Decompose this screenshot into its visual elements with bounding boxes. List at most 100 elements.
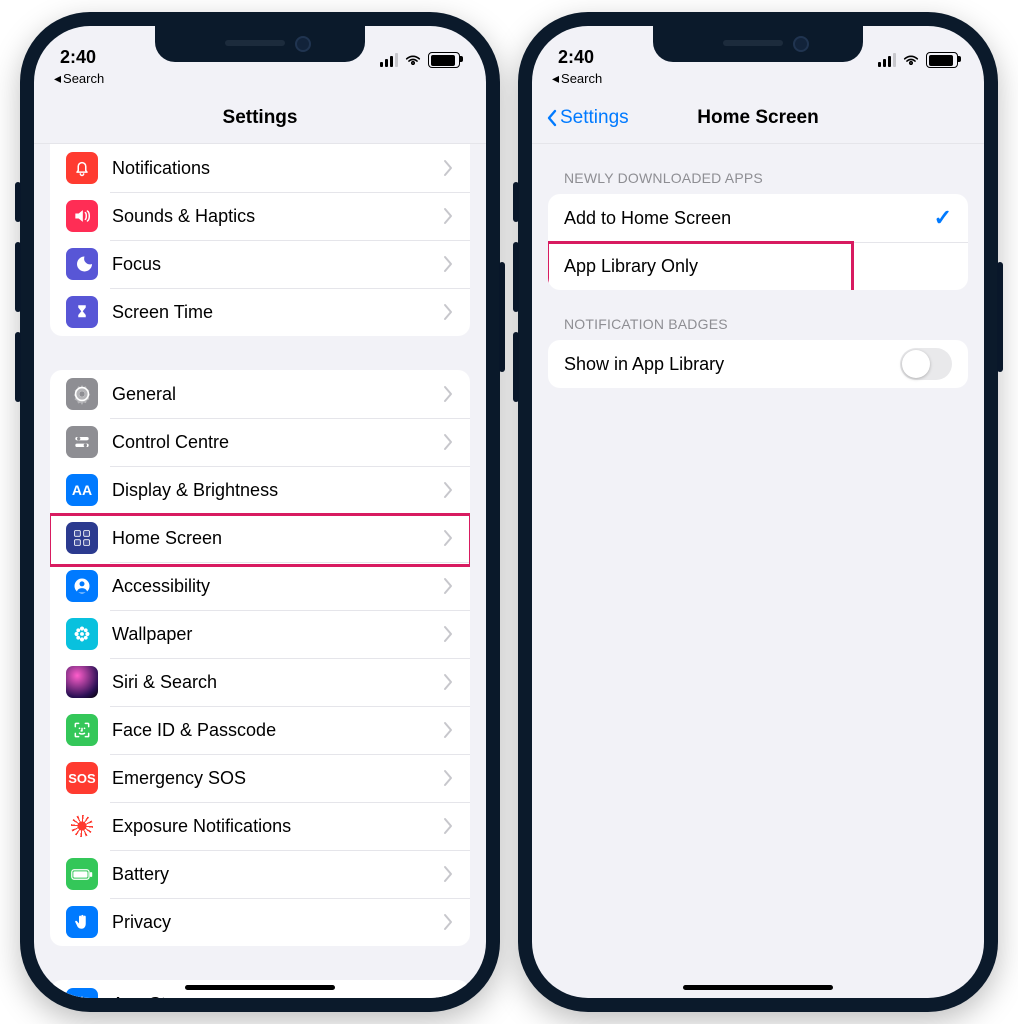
option-add-to-home-screen[interactable]: Add to Home Screen✓ <box>548 194 968 242</box>
focus-icon <box>66 248 98 280</box>
row-label: Notifications <box>112 158 442 179</box>
nav-bar: Settings Home Screen <box>532 93 984 144</box>
chevron-right-icon <box>442 385 454 403</box>
row-label: App Library Only <box>564 256 952 277</box>
chevron-right-icon <box>442 817 454 835</box>
back-button[interactable]: Settings <box>546 93 629 143</box>
chevron-right-icon <box>442 577 454 595</box>
clock: 2:40 <box>60 47 96 68</box>
exposure-icon <box>66 810 98 842</box>
power-button <box>997 262 1003 372</box>
chevron-right-icon <box>442 995 454 998</box>
row-label: Wallpaper <box>112 624 442 645</box>
notch <box>653 26 863 62</box>
notification-badges-group: Show in App Library <box>548 340 968 388</box>
wallpaper-icon <box>66 618 98 650</box>
row-label: Emergency SOS <box>112 768 442 789</box>
cellular-icon <box>380 53 398 67</box>
page-title: Settings <box>223 107 298 129</box>
chevron-right-icon <box>442 721 454 739</box>
settings-row-siri[interactable]: Siri & Search <box>50 658 470 706</box>
settings-row-display[interactable]: AA Display & Brightness <box>50 466 470 514</box>
settings-row-home[interactable]: Home Screen <box>50 514 470 562</box>
volume-up <box>513 242 519 312</box>
general-icon <box>66 378 98 410</box>
volume-up <box>15 242 21 312</box>
display-icon: AA <box>66 474 98 506</box>
row-label: Privacy <box>112 912 442 933</box>
chevron-left-icon: ◂ <box>552 70 559 87</box>
row-label: Sounds & Haptics <box>112 206 442 227</box>
row-label: Show in App Library <box>564 354 900 375</box>
settings-row-sounds[interactable]: Sounds & Haptics <box>50 192 470 240</box>
breadcrumb[interactable]: ◂ Search <box>34 70 486 93</box>
row-label: General <box>112 384 442 405</box>
row-label: Screen Time <box>112 302 442 323</box>
settings-group: General Control Centre AA Display & Brightn… <box>50 370 470 946</box>
sounds-icon <box>66 200 98 232</box>
settings-list[interactable]: Notifications Sounds & Haptics Focus Screen… <box>34 144 486 998</box>
home-icon <box>66 522 98 554</box>
back-label: Settings <box>560 107 629 129</box>
control-icon <box>66 426 98 458</box>
section-header-notification-badges: NOTIFICATION BADGES <box>532 290 984 340</box>
settings-row-notifications[interactable]: Notifications <box>50 144 470 192</box>
home-screen-settings[interactable]: NEWLY DOWNLOADED APPS Add to Home Screen… <box>532 144 984 998</box>
screentime-icon <box>66 296 98 328</box>
settings-row-privacy[interactable]: Privacy <box>50 898 470 946</box>
chevron-right-icon <box>442 625 454 643</box>
battery-icon <box>926 52 958 68</box>
settings-row-access[interactable]: Accessibility <box>50 562 470 610</box>
settings-row-battery[interactable]: Battery <box>50 850 470 898</box>
volume-down <box>513 332 519 402</box>
settings-group: Notifications Sounds & Haptics Focus Screen… <box>50 144 470 336</box>
row-label: Display & Brightness <box>112 480 442 501</box>
sos-icon: SOS <box>66 762 98 794</box>
toggle-off[interactable] <box>900 348 952 380</box>
row-label: Control Centre <box>112 432 442 453</box>
settings-row-control[interactable]: Control Centre <box>50 418 470 466</box>
row-label: Face ID & Passcode <box>112 720 442 741</box>
section-header-newly-downloaded: NEWLY DOWNLOADED APPS <box>532 144 984 194</box>
screen: 2:40 ◂ Search Settings Home Screen <box>532 26 984 998</box>
row-label: App Store <box>112 994 442 999</box>
chevron-right-icon <box>442 529 454 547</box>
siri-icon <box>66 666 98 698</box>
show-in-app-library-row[interactable]: Show in App Library <box>548 340 968 388</box>
chevron-right-icon <box>442 481 454 499</box>
breadcrumb-label: Search <box>561 71 602 86</box>
power-button <box>499 262 505 372</box>
battery-icon <box>66 858 98 890</box>
chevron-right-icon <box>442 303 454 321</box>
row-label: Focus <box>112 254 442 275</box>
cellular-icon <box>878 53 896 67</box>
row-label: Add to Home Screen <box>564 208 934 229</box>
access-icon <box>66 570 98 602</box>
settings-row-focus[interactable]: Focus <box>50 240 470 288</box>
settings-row-sos[interactable]: SOS Emergency SOS <box>50 754 470 802</box>
chevron-left-icon: ◂ <box>54 70 61 87</box>
home-indicator[interactable] <box>185 985 335 990</box>
settings-row-screentime[interactable]: Screen Time <box>50 288 470 336</box>
settings-row-faceid[interactable]: Face ID & Passcode <box>50 706 470 754</box>
checkmark-icon: ✓ <box>934 205 952 231</box>
settings-row-exposure[interactable]: Exposure Notifications <box>50 802 470 850</box>
mute-switch <box>513 182 519 222</box>
home-indicator[interactable] <box>683 985 833 990</box>
wifi-icon <box>404 53 422 67</box>
row-label: Home Screen <box>112 528 442 549</box>
row-label: Exposure Notifications <box>112 816 442 837</box>
option-app-library-only[interactable]: App Library Only <box>548 242 968 290</box>
volume-down <box>15 332 21 402</box>
settings-row-general[interactable]: General <box>50 370 470 418</box>
screen: 2:40 ◂ Search Settings Notifications Soun… <box>34 26 486 998</box>
chevron-right-icon <box>442 433 454 451</box>
privacy-icon <box>66 906 98 938</box>
row-label: Accessibility <box>112 576 442 597</box>
breadcrumb[interactable]: ◂ Search <box>532 70 984 93</box>
chevron-right-icon <box>442 769 454 787</box>
appstore-icon <box>66 988 98 998</box>
settings-row-wallpaper[interactable]: Wallpaper <box>50 610 470 658</box>
breadcrumb-label: Search <box>63 71 104 86</box>
notch <box>155 26 365 62</box>
